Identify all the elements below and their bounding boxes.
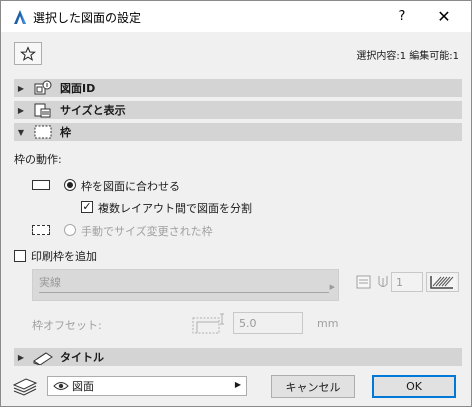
fit-frame-label: 枠を図面に合わせる [81,180,180,193]
section-title[interactable]: ▶ タイトル [14,348,462,366]
manual-frame-icon [32,225,50,235]
print-frame-label: 印刷枠を追加 [31,250,97,263]
close-button[interactable]: ✕ [424,1,464,32]
layer-select[interactable]: 図面 ▶ [47,376,247,396]
drawing-id-icon [34,80,52,95]
split-layouts-checkbox[interactable]: ✓ [81,201,93,213]
frame-behavior-label: 枠の動作: [14,153,62,166]
ok-button[interactable]: OK [372,375,456,398]
frame-offset-label: 枠オフセット: [32,319,102,332]
line-type-select[interactable]: 実線 ▶ [32,269,339,301]
section-frame[interactable]: ▼ 枠 [14,123,462,141]
manual-frame-radio[interactable] [64,224,76,236]
size-display-icon [34,103,51,118]
pen-color-picker[interactable] [426,272,459,292]
star-icon [20,45,36,61]
title-icon [33,352,53,365]
manual-frame-label: 手動でサイズ変更された枠 [81,225,213,238]
pen-color-swatch-icon [429,275,456,289]
title-bar: 選択した図面の設定 ? ✕ [1,1,471,32]
expand-arrow-icon: ▶ [17,105,25,115]
expand-arrow-icon: ▶ [17,352,25,362]
section-label: 枠 [60,126,71,139]
help-button[interactable]: ? [382,1,422,32]
line-preview [39,292,329,293]
layer-value: 図面 [72,380,94,393]
cancel-button[interactable]: キャンセル [271,375,355,398]
pen-icon [378,276,388,287]
section-size-display[interactable]: ▶ サイズと表示 [14,101,462,119]
expand-arrow-icon: ▶ [17,83,25,93]
print-frame-checkbox[interactable] [14,250,26,262]
section-label: 図面ID [60,82,96,95]
offset-unit-label: mm [317,317,339,330]
collapse-arrow-icon: ▼ [17,127,25,137]
eye-icon [53,382,69,390]
frame-icon [34,125,52,139]
fit-frame-icon [32,180,50,190]
section-label: タイトル [60,351,104,364]
pen-number-input[interactable]: 1 [391,272,423,292]
selection-info: 選択内容:1 編集可能:1 [356,51,459,62]
line-type-value: 実線 [39,276,61,289]
dropdown-arrow-icon: ▶ [329,283,335,291]
frame-offset-icon [192,313,224,334]
window-title: 選択した図面の設定 [33,11,142,25]
favorites-button[interactable] [14,42,42,65]
section-label: サイズと表示 [60,104,126,117]
dialog-window: 選択した図面の設定 ? ✕ 選択内容:1 編集可能:1 ▶ 図面ID ▶ サイズ… [0,0,472,407]
pen-settings-icon [356,275,371,289]
dropdown-arrow-icon: ▶ [234,380,241,389]
split-layouts-label: 複数レイアウト間で図面を分割 [98,202,252,215]
frame-offset-input[interactable]: 5.0 [233,312,303,334]
layer-stack-icon [12,378,38,396]
section-drawing-id[interactable]: ▶ 図面ID [14,79,462,97]
archicad-logo-icon [14,10,26,24]
fit-frame-radio[interactable] [64,179,76,191]
